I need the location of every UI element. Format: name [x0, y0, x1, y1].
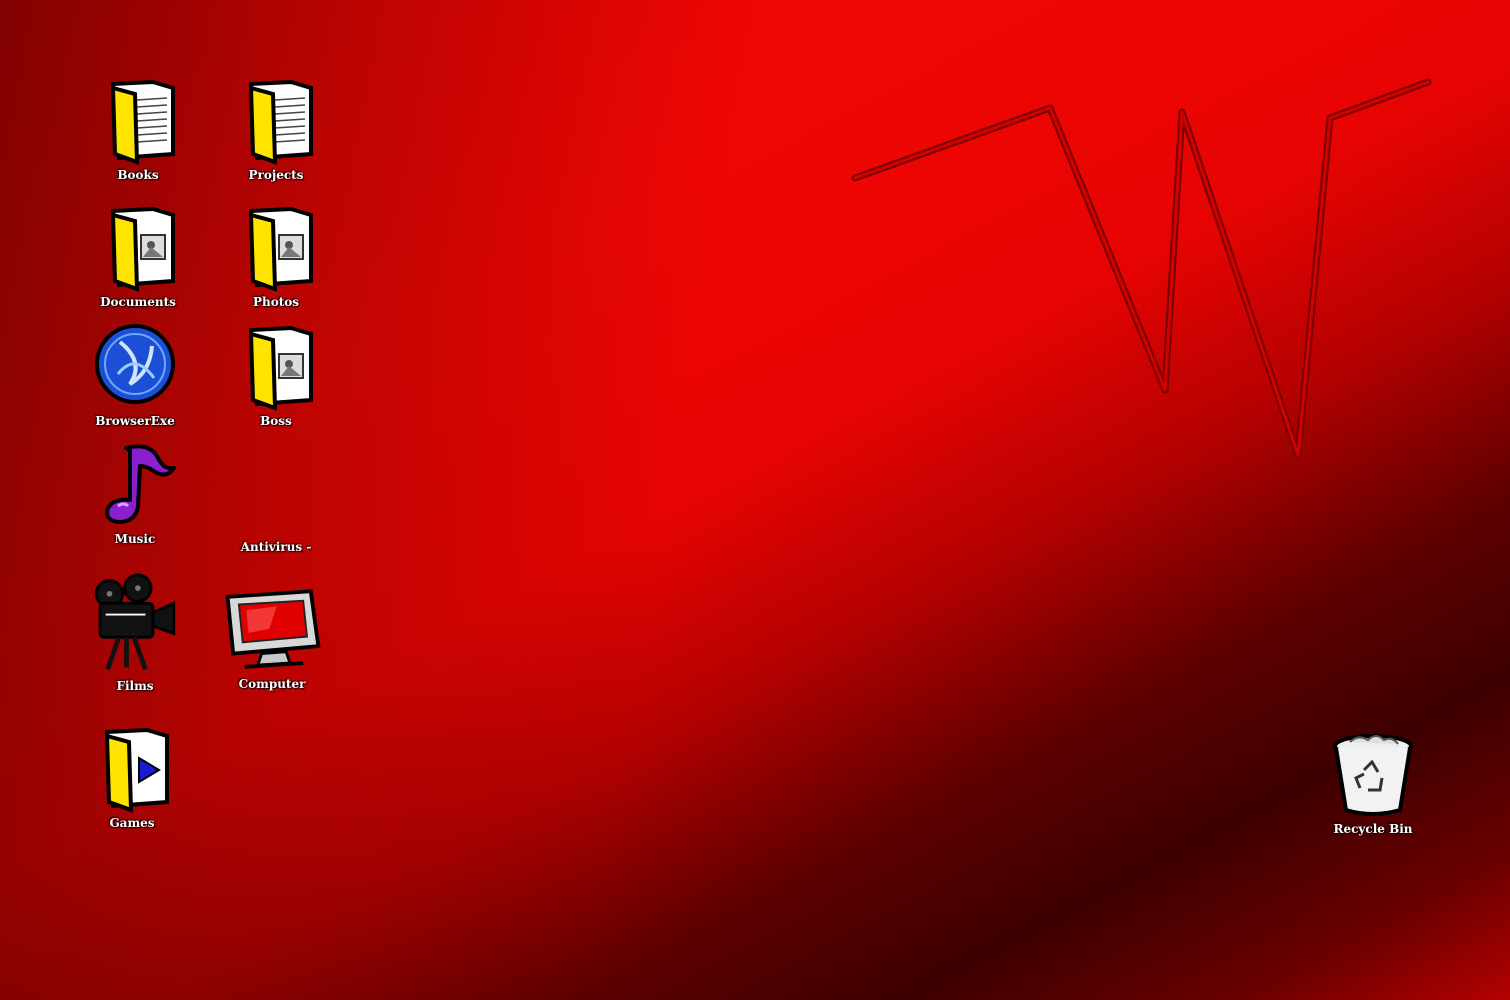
- desktop-icon-browserexe[interactable]: BrowserExe: [75, 322, 195, 428]
- desktop-icon-antivirus[interactable]: Antivirus -: [216, 448, 336, 554]
- desktop: Books Projects Documents Photos BrowserE…: [0, 0, 1510, 1000]
- icon-label: Antivirus -: [240, 540, 312, 554]
- desktop-icon-boss[interactable]: Boss: [216, 322, 336, 428]
- icon-label: Boss: [260, 414, 292, 428]
- folder-documents-icon: [110, 79, 175, 165]
- folder-picture-icon: [110, 206, 175, 292]
- desktop-icon-games[interactable]: Games: [72, 724, 192, 830]
- desktop-icon-books[interactable]: Books: [78, 76, 198, 182]
- desktop-icon-recycle-bin[interactable]: Recycle Bin: [1313, 730, 1433, 836]
- antivirus-icon: [231, 448, 321, 538]
- icon-label: Photos: [252, 295, 300, 309]
- monitor-icon: [225, 589, 321, 669]
- icon-label: Music: [114, 532, 156, 546]
- icon-label: BrowserExe: [95, 414, 175, 428]
- desktop-icon-projects[interactable]: Projects: [216, 76, 336, 182]
- icon-label: Books: [117, 168, 159, 182]
- icon-label: Films: [116, 679, 154, 693]
- desktop-icon-music[interactable]: Music: [75, 440, 195, 546]
- music-note-icon: [105, 444, 176, 524]
- desktop-icon-photos[interactable]: Photos: [216, 203, 336, 309]
- icon-label: Recycle Bin: [1333, 822, 1413, 836]
- folder-picture-icon: [248, 206, 313, 292]
- film-camera-icon: [94, 573, 176, 671]
- recycle-bin-icon: [1333, 734, 1413, 816]
- folder-play-icon: [104, 727, 169, 813]
- icon-label: Games: [109, 816, 155, 830]
- icon-label: Documents: [100, 295, 176, 309]
- desktop-icon-computer[interactable]: Computer: [212, 585, 332, 691]
- folder-documents-icon: [248, 79, 313, 165]
- globe-icon: [95, 324, 175, 404]
- w-logo: [851, 78, 1432, 459]
- icon-label: Projects: [248, 168, 304, 182]
- desktop-icon-documents[interactable]: Documents: [78, 203, 198, 309]
- desktop-icon-films[interactable]: Films: [75, 573, 195, 693]
- folder-picture-icon: [248, 325, 313, 411]
- icon-label: Computer: [238, 677, 306, 691]
